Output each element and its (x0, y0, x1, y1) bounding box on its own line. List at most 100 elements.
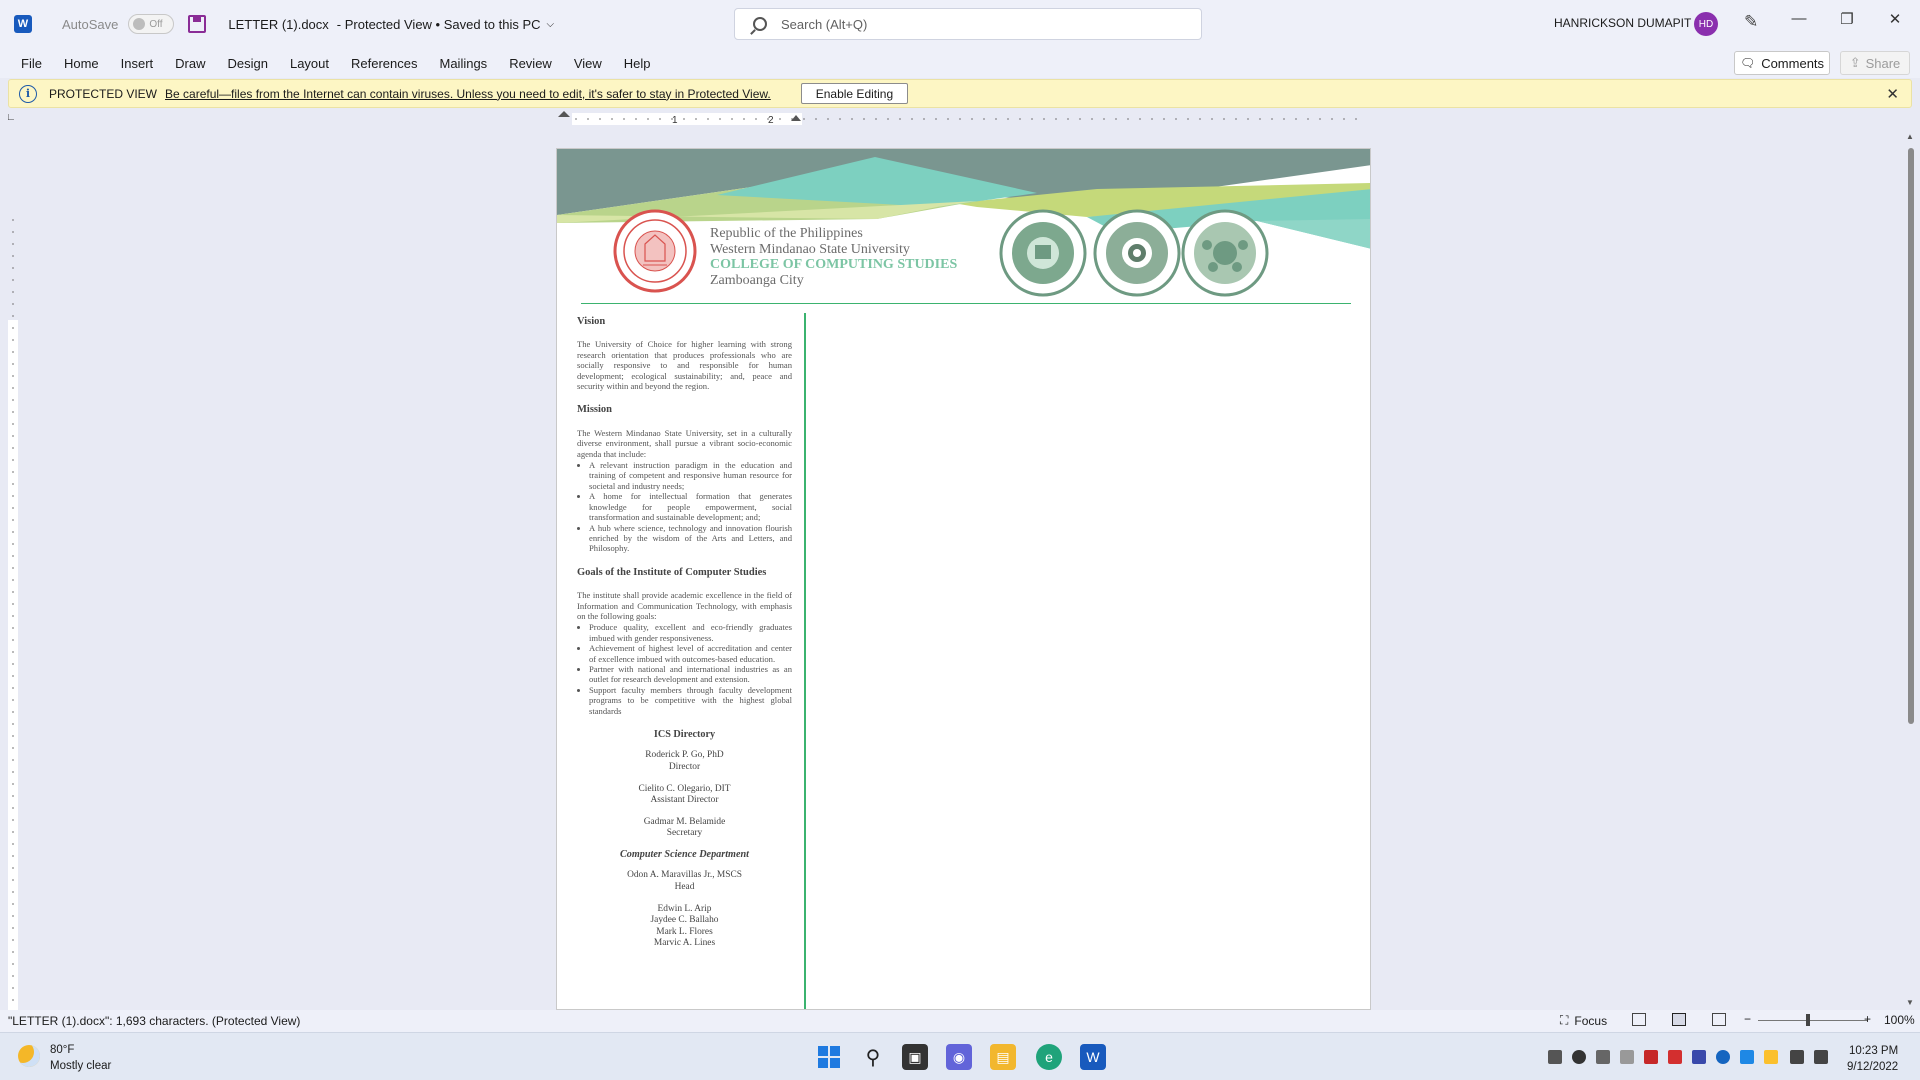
cs-department-heading: Computer Science Department (619, 848, 750, 860)
protected-view-label: PROTECTED VIEW (49, 86, 158, 101)
chevron-down-icon[interactable]: ⌵ (547, 19, 555, 30)
info-icon: i (19, 84, 37, 103)
close-icon[interactable]: ✕ (1882, 10, 1908, 28)
person-name: Marvic A. Lines (653, 938, 716, 949)
list-item: A relevant instruction paradigm in the e… (589, 460, 792, 491)
tray-app-icon[interactable] (1740, 1050, 1754, 1064)
search-icon[interactable]: ⚲ (860, 1044, 886, 1070)
comments-button[interactable]: 🗨 Comments (1734, 51, 1830, 75)
zoom-slider-thumb[interactable] (1806, 1014, 1810, 1026)
tab-insert[interactable]: Insert (110, 56, 165, 71)
zoom-slider[interactable] (1758, 1020, 1868, 1021)
person-role: Secretary (666, 828, 703, 839)
document-stats[interactable]: "LETTER (1).docx": 1,693 characters. (Pr… (8, 1014, 300, 1028)
tab-layout[interactable]: Layout (279, 56, 340, 71)
word-taskbar-icon[interactable]: W (1080, 1044, 1106, 1070)
document-status[interactable]: - Protected View • Saved to this PC (337, 17, 541, 32)
minimize-icon[interactable]: — (1786, 10, 1812, 27)
zoom-in-icon[interactable]: + (1864, 1012, 1871, 1026)
goals-heading: Goals of the Institute of Computer Studi… (577, 566, 767, 578)
volume-icon[interactable] (1814, 1050, 1828, 1064)
tab-help[interactable]: Help (613, 56, 662, 71)
pen-icon[interactable]: ✎ (1744, 12, 1758, 32)
comment-icon: 🗨 (1739, 56, 1756, 70)
list-item: A hub where science, technology and inno… (589, 523, 792, 554)
word-app-icon[interactable]: W (14, 15, 32, 33)
toggle-knob (133, 18, 146, 30)
weather-moon-icon[interactable] (18, 1045, 40, 1067)
edge-icon[interactable]: e (1036, 1044, 1062, 1070)
autosave-label: AutoSave (62, 16, 119, 32)
close-icon[interactable]: ✕ (1886, 85, 1899, 103)
print-layout-icon[interactable] (1672, 1013, 1686, 1026)
tab-selector-icon[interactable]: ∟ (6, 112, 16, 123)
tray-app-icon[interactable] (1764, 1050, 1778, 1064)
search-input[interactable]: Search (Alt+Q) (734, 8, 1202, 40)
restore-icon[interactable]: ❐ (1834, 10, 1860, 28)
vertical-scrollbar[interactable]: ▲ ▼ (1904, 132, 1918, 1008)
tray-app-icon[interactable] (1716, 1050, 1730, 1064)
tab-references[interactable]: References (340, 56, 428, 71)
tab-mailings[interactable]: Mailings (429, 56, 499, 71)
share-button[interactable]: ⇪ Share (1840, 51, 1910, 75)
ruler-mark-1: 1 (672, 115, 678, 126)
letterhead-banner (557, 149, 1370, 297)
chat-icon[interactable]: ◉ (946, 1044, 972, 1070)
header-line-republic: Republic of the Philippines (710, 226, 863, 241)
tab-home[interactable]: Home (53, 56, 110, 71)
share-icon: ⇪ (1849, 55, 1861, 70)
goals-text: The institute shall provide academic exc… (577, 590, 792, 621)
user-name[interactable]: HANRICKSON DUMAPIT (1554, 16, 1691, 30)
header-line-college: COLLEGE OF COMPUTING STUDIES (710, 257, 958, 272)
task-view-icon[interactable]: ▣ (902, 1044, 928, 1070)
weather-condition: Mostly clear (50, 1060, 112, 1072)
enable-editing-button[interactable]: Enable Editing (800, 83, 909, 104)
save-icon[interactable] (188, 15, 207, 33)
tab-file[interactable]: File (10, 56, 53, 71)
document-name: LETTER (1).docx (228, 16, 329, 32)
vision-text: The University of Choice for higher lear… (577, 339, 792, 392)
web-layout-icon[interactable] (1712, 1013, 1726, 1026)
scroll-down-icon[interactable]: ▼ (1906, 998, 1914, 1007)
tab-view[interactable]: View (563, 56, 613, 71)
mission-heading: Mission (577, 404, 613, 416)
tray-app-icon[interactable] (1644, 1050, 1658, 1064)
tray-app-icon[interactable] (1620, 1050, 1634, 1064)
avatar[interactable]: HD (1694, 12, 1718, 36)
clock[interactable]: 10:23 PM 9/12/2022 (1847, 1043, 1898, 1075)
start-icon[interactable] (816, 1044, 842, 1070)
tray-app-icon[interactable] (1692, 1050, 1706, 1064)
network-icon[interactable] (1790, 1050, 1804, 1064)
zoom-out-icon[interactable]: − (1744, 1012, 1751, 1026)
autosave-toggle[interactable]: Off (128, 14, 175, 34)
scrollbar-thumb[interactable] (1908, 148, 1914, 724)
tray-app-icon[interactable] (1668, 1050, 1682, 1064)
protected-view-message[interactable]: Be careful—files from the Internet can c… (165, 87, 771, 101)
status-bar: "LETTER (1).docx": 1,693 characters. (Pr… (0, 1010, 1920, 1032)
directory-heading: ICS Directory (653, 729, 716, 740)
tab-review[interactable]: Review (498, 56, 563, 71)
zoom-level[interactable]: 100% (1884, 1013, 1915, 1027)
tab-draw[interactable]: Draw (164, 56, 216, 71)
tray-app-icon[interactable] (1572, 1050, 1586, 1064)
tab-design[interactable]: Design (217, 56, 279, 71)
list-item: Produce quality, excellent and eco-frien… (589, 622, 792, 643)
person-role: Assistant Director (650, 795, 719, 806)
tray-app-icon[interactable] (1548, 1050, 1562, 1064)
left-column[interactable]: Vision The University of Choice for high… (577, 313, 792, 960)
tray-app-icon[interactable] (1596, 1050, 1610, 1064)
horizontal-ruler[interactable]: 1 2 (556, 111, 1371, 127)
document-page[interactable]: Republic of the Philippines Western Mind… (556, 148, 1371, 1010)
focus-icon: ⛶ (1560, 1013, 1569, 1027)
weather-widget[interactable]: 80°F Mostly clear (50, 1042, 111, 1074)
mission-list: A relevant instruction paradigm in the e… (589, 460, 792, 554)
read-mode-icon[interactable] (1632, 1013, 1646, 1026)
file-explorer-icon[interactable]: ▤ (990, 1044, 1016, 1070)
vertical-ruler[interactable] (8, 130, 18, 1010)
focus-button[interactable]: ⛶ Focus (1560, 1013, 1607, 1028)
scroll-up-icon[interactable]: ▲ (1906, 132, 1914, 141)
ribbon-tabs: File Home Insert Draw Design Layout Refe… (0, 48, 1920, 78)
header-line-university: Western Mindanao State University (710, 241, 910, 257)
letterhead-text: Republic of the Philippines Western Mind… (710, 226, 957, 288)
header-line-city: Zamboanga City (710, 272, 804, 288)
